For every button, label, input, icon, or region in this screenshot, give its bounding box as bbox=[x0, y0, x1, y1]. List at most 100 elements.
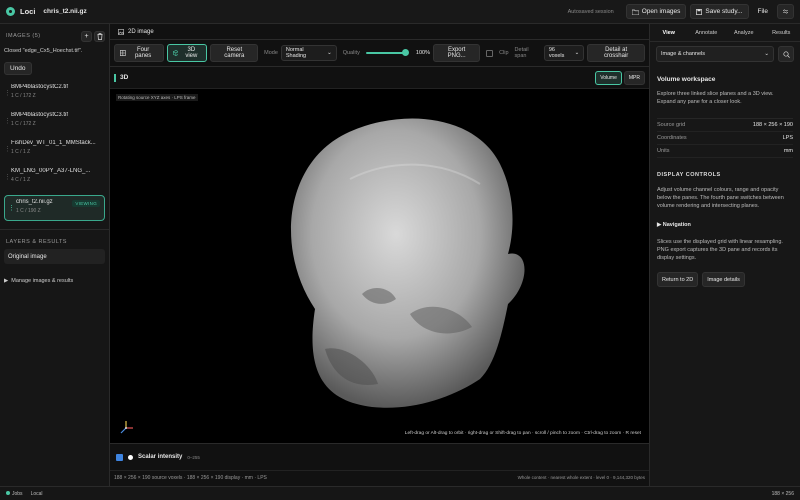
image-item[interactable]: ⋮ BMP4blastocystC3.tif 1 C / 172 Z bbox=[0, 109, 109, 137]
file-menu[interactable]: File bbox=[753, 4, 773, 19]
mpr-mode-button[interactable]: MPR bbox=[623, 70, 645, 85]
tab-annotate[interactable]: Annotate bbox=[688, 30, 726, 36]
3d-view-label: 3D view bbox=[185, 47, 198, 59]
return-to-2d-button[interactable]: Return to 2D bbox=[657, 272, 699, 287]
search-icon bbox=[782, 50, 790, 58]
view-toolbar: Four panes 3D view Reset camera Mode Nor… bbox=[110, 40, 649, 67]
search-button[interactable] bbox=[778, 46, 794, 62]
tab-2d-image[interactable]: 2D image bbox=[128, 29, 154, 35]
3d-viewport[interactable]: Rotating source XYZ axes · LPS frame Lef… bbox=[110, 89, 649, 443]
layers-header-label: LAYERS & RESULTS bbox=[6, 239, 67, 245]
image-item[interactable]: ⋮ BMP4blastocystC2.tif 1 C / 172 Z bbox=[0, 81, 109, 109]
property-value: LPS bbox=[782, 135, 793, 141]
drag-handle-icon[interactable]: ⋮ bbox=[4, 89, 11, 97]
property-row: Source grid 188 × 256 × 190 bbox=[657, 119, 793, 132]
pane-title: 3D bbox=[120, 74, 129, 81]
viewing-badge: VIEWING bbox=[72, 200, 100, 207]
image-item-meta: 1 C / 190 Z bbox=[16, 208, 41, 214]
mode-label: Mode bbox=[264, 50, 278, 56]
channel-visibility-checkbox[interactable] bbox=[116, 453, 123, 461]
image-item-name: BMP4blastocystC3.tif bbox=[11, 112, 69, 118]
top-bar: Loci chris_t2.nii.gz Autosaved session O… bbox=[0, 0, 800, 24]
drag-handle-icon[interactable]: ⋮ bbox=[8, 204, 15, 212]
image-item[interactable]: ⋮ FishDev_WT_01_1_MMStack... 1 C / 1 Z bbox=[0, 137, 109, 165]
tab-view[interactable]: View bbox=[650, 30, 688, 36]
pane-accent-bar bbox=[114, 73, 116, 82]
caret-right-icon: ▶ bbox=[4, 278, 9, 284]
cube-icon bbox=[172, 50, 179, 56]
render-mode-toggle: Volume MPR bbox=[595, 70, 645, 85]
reset-camera-button[interactable]: Reset camera bbox=[210, 44, 259, 62]
manage-label: Manage images & results bbox=[11, 278, 74, 284]
layer-item-original[interactable]: Original image bbox=[4, 249, 105, 264]
current-file-name: chris_t2.nii.gz bbox=[43, 8, 87, 15]
images-header-label: IMAGES (5) bbox=[6, 33, 41, 39]
image-item-name: BMP4blastocystC2.tif bbox=[11, 84, 69, 90]
property-row: Coordinates LPS bbox=[657, 132, 793, 145]
image-item-meta: 1 C / 1 Z bbox=[11, 149, 31, 155]
viewport-interaction-hint: Left-drag or Alt-drag to orbit · right-d… bbox=[404, 431, 641, 436]
volume-properties: Source grid 188 × 256 × 190 Coordinates LPS… bbox=[657, 118, 793, 158]
volume-mode-button[interactable]: Volume bbox=[595, 70, 622, 85]
mode-value: Normal Shading bbox=[285, 47, 307, 59]
app-logo-icon bbox=[6, 7, 15, 16]
four-panes-label: Four panes bbox=[134, 47, 152, 59]
channel-color-swatch[interactable] bbox=[128, 454, 133, 460]
jobs-label: Jobs bbox=[12, 490, 23, 497]
navigation-toggle[interactable]: ▶ Navigation bbox=[657, 222, 793, 228]
image-item-meta: 1 C / 172 Z bbox=[11, 121, 36, 127]
clip-label: Clip bbox=[499, 50, 509, 56]
undo-button[interactable]: Undo bbox=[4, 62, 32, 75]
add-image-button[interactable]: + bbox=[81, 30, 92, 42]
image-details-button[interactable]: Image details bbox=[702, 272, 745, 287]
drag-handle-icon[interactable]: ⋮ bbox=[4, 117, 11, 125]
detail-span-label: Detail span bbox=[514, 47, 529, 59]
volume-rendering bbox=[291, 118, 525, 408]
3d-view-button[interactable]: 3D view bbox=[166, 44, 208, 62]
property-key: Units bbox=[657, 148, 670, 154]
right-panel: View Annotate Analyze Results Image & chann… bbox=[649, 24, 800, 486]
mode-select[interactable]: Normal Shading ⌄ bbox=[280, 45, 337, 61]
channel-legend: Scalar intensity 0–255 bbox=[110, 443, 649, 470]
quality-slider[interactable] bbox=[365, 49, 409, 56]
image-channels-dropdown[interactable]: Image & channels ⌄ bbox=[656, 46, 774, 62]
export-png-button[interactable]: Export PNG... bbox=[432, 44, 481, 62]
display-controls-description: Adjust volume channel colours, range and… bbox=[657, 187, 784, 209]
main-workspace: 2D image Four panes 3D view Reset camera… bbox=[110, 24, 649, 486]
image-icon bbox=[118, 28, 124, 35]
chevron-down-icon: ⌄ bbox=[327, 50, 332, 56]
open-images-button[interactable]: Open images bbox=[625, 4, 687, 19]
footer-memory: Whole content · nearest whole extent · l… bbox=[517, 475, 645, 480]
chevron-down-icon: ⌄ bbox=[764, 51, 769, 57]
property-key: Coordinates bbox=[657, 135, 687, 141]
image-item-name: KM_LNG_00PY_A37-LNG_... bbox=[11, 168, 91, 174]
image-item-meta: 4 C / 1 Z bbox=[11, 177, 31, 183]
save-study-label: Save study... bbox=[705, 8, 743, 15]
four-panes-button[interactable]: Four panes bbox=[114, 44, 164, 62]
view-tab-bar: 2D image bbox=[110, 24, 649, 40]
detail-span-select[interactable]: 96 voxels ⌄ bbox=[543, 45, 585, 61]
workspace-title: Volume workspace bbox=[657, 76, 716, 83]
tab-analyze[interactable]: Analyze bbox=[725, 30, 763, 36]
image-item-selected[interactable]: ⋮ chris_t2.nii.gz 1 C / 190 Z VIEWING bbox=[4, 195, 105, 221]
jobs-indicator[interactable]: Jobs bbox=[6, 490, 23, 497]
drag-handle-icon[interactable]: ⋮ bbox=[4, 173, 11, 181]
session-status: Autosaved session bbox=[567, 8, 614, 15]
layers-section: LAYERS & RESULTS bbox=[0, 229, 109, 245]
status-bar: Jobs Local 188 × 256 bbox=[0, 486, 800, 500]
image-item[interactable]: ⋮ KM_LNG_00PY_A37-LNG_... 4 C / 1 Z bbox=[0, 165, 109, 193]
open-images-label: Open images bbox=[641, 8, 681, 15]
drag-handle-icon[interactable]: ⋮ bbox=[4, 145, 11, 153]
tab-results[interactable]: Results bbox=[763, 30, 800, 36]
app-name: Loci bbox=[20, 7, 36, 16]
closed-message: Closed "edge_Cx5_Hoechst.tif". bbox=[4, 48, 83, 54]
delete-image-button[interactable] bbox=[94, 30, 105, 42]
detail-at-crosshair-button[interactable]: Detail at crosshair bbox=[587, 44, 646, 62]
save-study-button[interactable]: Save study... bbox=[690, 4, 749, 19]
settings-button[interactable] bbox=[777, 4, 794, 19]
clip-checkbox[interactable] bbox=[486, 49, 494, 57]
grid-icon bbox=[120, 50, 126, 56]
property-row: Units mm bbox=[657, 145, 793, 158]
manage-images-toggle[interactable]: ▶ Manage images & results bbox=[0, 278, 109, 284]
channel-range: 0–255 bbox=[187, 454, 200, 460]
